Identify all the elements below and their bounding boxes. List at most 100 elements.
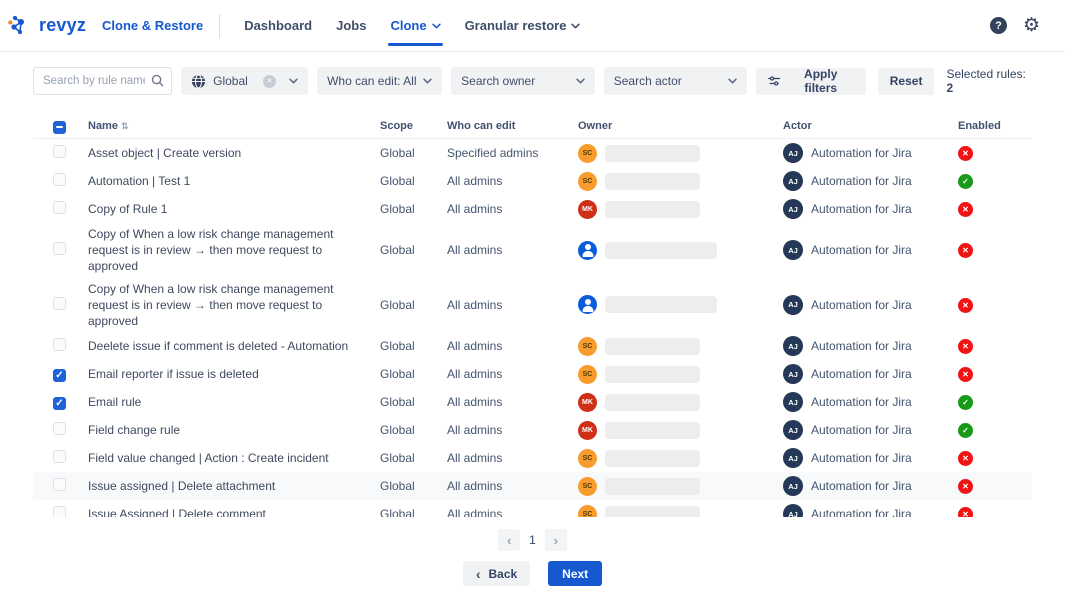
owner-filter-dropdown[interactable]: Search owner bbox=[451, 67, 595, 95]
row-checkbox[interactable] bbox=[53, 338, 66, 351]
enabled-badge: ✕ bbox=[958, 202, 973, 217]
row-checkbox[interactable] bbox=[53, 145, 66, 158]
owner-name-redacted bbox=[605, 394, 700, 411]
pagination-prev-button[interactable]: ‹ bbox=[498, 529, 520, 551]
search-icon bbox=[151, 74, 164, 87]
enabled-badge: ✕ bbox=[958, 367, 973, 382]
rule-scope: Global bbox=[380, 451, 447, 465]
actor-avatar: AJ bbox=[783, 240, 803, 260]
table-header-row: Name⇅ Scope Who can edit Owner Actor Ena… bbox=[33, 113, 1032, 139]
revyz-logo: revyz bbox=[8, 12, 86, 39]
rule-name: Automation | Test 1 bbox=[88, 170, 380, 192]
back-label: Back bbox=[488, 567, 517, 581]
row-checkbox[interactable] bbox=[53, 201, 66, 214]
owner-avatar: SC bbox=[578, 449, 597, 468]
rule-actor: AJ Automation for Jira bbox=[783, 392, 958, 412]
rule-owner: SC bbox=[578, 144, 783, 163]
rule-who-can-edit: All admins bbox=[447, 507, 578, 517]
rule-scope: Global bbox=[380, 146, 447, 160]
owner-name-redacted bbox=[605, 201, 700, 218]
table-body: Asset object | Create version Global Spe… bbox=[33, 139, 1032, 517]
rule-actor: AJ Automation for Jira bbox=[783, 504, 958, 517]
row-checkbox[interactable] bbox=[53, 397, 66, 410]
select-all-checkbox[interactable] bbox=[53, 121, 66, 134]
table-row[interactable]: Copy of When a low risk change managemen… bbox=[33, 223, 1032, 278]
row-checkbox[interactable] bbox=[53, 450, 66, 463]
table-row[interactable]: Field value changed | Action : Create in… bbox=[33, 444, 1032, 472]
table-row[interactable]: Issue Assigned | Delete comment Global A… bbox=[33, 500, 1032, 517]
settings-gear-icon[interactable]: ⚙ bbox=[1023, 16, 1040, 35]
table-row[interactable]: Asset object | Create version Global Spe… bbox=[33, 139, 1032, 167]
actor-avatar: AJ bbox=[783, 420, 803, 440]
rule-owner: MK bbox=[578, 393, 783, 412]
table-row[interactable]: Copy of When a low risk change managemen… bbox=[33, 278, 1032, 333]
pagination-next-button[interactable]: › bbox=[545, 529, 567, 551]
apply-filters-label: Apply filters bbox=[788, 67, 854, 95]
actor-name: Automation for Jira bbox=[811, 451, 912, 465]
header-actions: ? ⚙ bbox=[990, 16, 1040, 35]
owner-avatar: MK bbox=[578, 393, 597, 412]
help-icon[interactable]: ? bbox=[990, 17, 1007, 34]
row-checkbox[interactable] bbox=[53, 242, 66, 255]
chevron-down-icon bbox=[571, 23, 580, 29]
column-header-name[interactable]: Name⇅ bbox=[88, 120, 380, 132]
app-title: Clone & Restore bbox=[102, 18, 203, 33]
selected-rules-count: Selected rules: 2 bbox=[946, 67, 1032, 95]
actor-avatar: AJ bbox=[783, 392, 803, 412]
rule-scope: Global bbox=[380, 339, 447, 353]
next-button[interactable]: Next bbox=[548, 561, 602, 586]
rule-owner bbox=[578, 241, 783, 260]
table-row[interactable]: Email reporter if issue is deleted Globa… bbox=[33, 360, 1032, 388]
row-checkbox[interactable] bbox=[53, 422, 66, 435]
rule-name: Field change rule bbox=[88, 419, 380, 441]
nav-item-dashboard[interactable]: Dashboard bbox=[232, 0, 324, 52]
column-header-enabled: Enabled bbox=[958, 120, 1032, 132]
enabled-badge: ✓ bbox=[958, 174, 973, 189]
back-button[interactable]: ‹ Back bbox=[463, 561, 530, 586]
row-checkbox[interactable] bbox=[53, 297, 66, 310]
nav-label: Jobs bbox=[336, 18, 366, 33]
nav-item-granular-restore[interactable]: Granular restore bbox=[453, 0, 593, 52]
chevron-left-icon: ‹ bbox=[476, 566, 481, 582]
actor-avatar: AJ bbox=[783, 476, 803, 496]
rule-owner: MK bbox=[578, 421, 783, 440]
rule-scope: Global bbox=[380, 298, 447, 312]
reset-button[interactable]: Reset bbox=[878, 68, 935, 95]
column-header-actor: Actor bbox=[783, 120, 958, 132]
row-checkbox[interactable] bbox=[53, 506, 66, 517]
nav-item-clone[interactable]: Clone bbox=[378, 0, 452, 52]
rule-who-can-edit: All admins bbox=[447, 479, 578, 493]
chevron-down-icon bbox=[728, 78, 737, 84]
owner-avatar: SC bbox=[578, 365, 597, 384]
table-row[interactable]: Issue assigned | Delete attachment Globa… bbox=[33, 472, 1032, 500]
scope-filter-dropdown[interactable]: Global ✕ bbox=[181, 67, 308, 95]
column-label: Name bbox=[88, 120, 118, 132]
actor-avatar: AJ bbox=[783, 336, 803, 356]
enabled-badge: ✕ bbox=[958, 451, 973, 466]
pagination: ‹ 1 › bbox=[0, 529, 1065, 551]
owner-name-redacted bbox=[605, 478, 700, 495]
row-checkbox[interactable] bbox=[53, 478, 66, 491]
row-checkbox[interactable] bbox=[53, 369, 66, 382]
table-row[interactable]: Copy of Rule 1 Global All admins MK AJ A… bbox=[33, 195, 1032, 223]
apply-filters-button[interactable]: Apply filters bbox=[756, 68, 866, 95]
table-row[interactable]: Field change rule Global All admins MK A… bbox=[33, 416, 1032, 444]
who-can-edit-filter-value: Who can edit: All bbox=[327, 74, 423, 88]
rule-who-can-edit: All admins bbox=[447, 243, 578, 257]
chevron-down-icon bbox=[289, 78, 298, 84]
table-row[interactable]: Automation | Test 1 Global All admins SC… bbox=[33, 167, 1032, 195]
table-row[interactable]: Deelete issue if comment is deleted - Au… bbox=[33, 332, 1032, 360]
globe-icon bbox=[191, 74, 206, 89]
table-row[interactable]: Email rule Global All admins MK AJ Autom… bbox=[33, 388, 1032, 416]
actor-filter-dropdown[interactable]: Search actor bbox=[604, 67, 748, 95]
enabled-badge: ✕ bbox=[958, 298, 973, 313]
who-can-edit-filter-dropdown[interactable]: Who can edit: All bbox=[317, 67, 442, 95]
nav-item-jobs[interactable]: Jobs bbox=[324, 0, 378, 52]
clear-filter-icon[interactable]: ✕ bbox=[263, 75, 276, 88]
rule-name: Deelete issue if comment is deleted - Au… bbox=[88, 335, 380, 357]
row-checkbox[interactable] bbox=[53, 173, 66, 186]
column-header-scope: Scope bbox=[380, 120, 447, 132]
actor-avatar: AJ bbox=[783, 199, 803, 219]
rule-actor: AJ Automation for Jira bbox=[783, 476, 958, 496]
actor-name: Automation for Jira bbox=[811, 298, 912, 312]
